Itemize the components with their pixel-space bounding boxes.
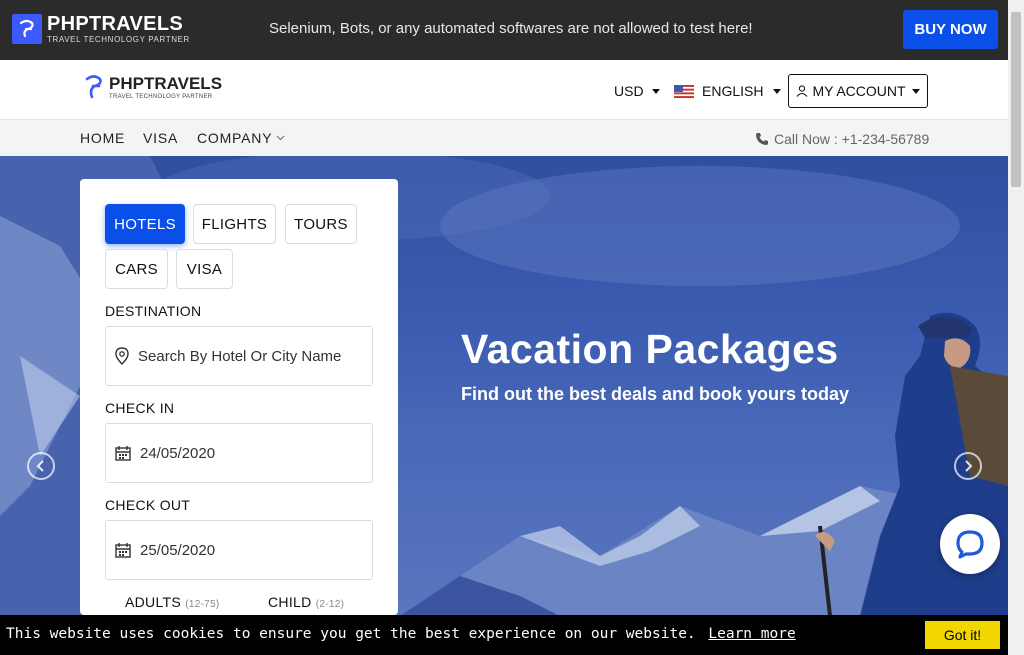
got-it-button[interactable]: Got it! <box>925 621 1000 649</box>
user-icon <box>797 85 808 97</box>
top-bar: PHPTRAVELS TRAVEL TECHNOLOGY PARTNER Sel… <box>0 0 1008 60</box>
automation-notice: Selenium, Bots, or any automated softwar… <box>269 20 753 37</box>
checkin-input[interactable]: 24/05/2020 <box>105 423 373 483</box>
location-pin-icon <box>115 347 129 365</box>
topbar-logo-name: PHPTRAVELS <box>47 13 183 35</box>
adults-label-text: ADULTS <box>125 594 181 610</box>
buy-now-button[interactable]: BUY NOW <box>903 10 998 49</box>
main-nav: HOME VISA COMPANY Call Now : +1-234-5678… <box>0 120 1008 156</box>
caret-down-icon <box>773 88 782 94</box>
destination-placeholder: Search By Hotel Or City Name <box>138 347 342 365</box>
language-dropdown[interactable]: ENGLISH <box>674 83 782 99</box>
page-scrollbar[interactable] <box>1008 0 1024 655</box>
logo-mark-icon <box>12 14 42 44</box>
logo-mark-icon <box>85 75 102 99</box>
destination-label: DESTINATION <box>105 303 202 319</box>
nav-company[interactable]: COMPANY <box>197 130 285 146</box>
chat-bubble-icon <box>956 530 984 559</box>
topbar-logo-tagline: TRAVEL TECHNOLOGY PARTNER <box>47 35 190 44</box>
learn-more-link[interactable]: Learn more <box>708 626 795 642</box>
checkin-value: 24/05/2020 <box>140 444 216 462</box>
child-range: (2-12) <box>315 599 345 610</box>
tab-tours[interactable]: TOURS <box>285 204 357 244</box>
phone-icon <box>756 133 768 145</box>
hero-title: Vacation Packages <box>461 326 839 372</box>
currency-label: USD <box>614 83 644 99</box>
my-account-label: MY ACCOUNT <box>812 83 906 99</box>
nav-home[interactable]: HOME <box>80 130 125 146</box>
topbar-logo[interactable]: PHPTRAVELS TRAVEL TECHNOLOGY PARTNER <box>12 14 190 44</box>
hero-subtitle: Find out the best deals and book yours t… <box>461 384 850 404</box>
destination-input[interactable]: Search By Hotel Or City Name <box>105 326 373 386</box>
nav-company-label: COMPANY <box>197 130 273 146</box>
call-now[interactable]: Call Now : +1-234-56789 <box>755 131 929 147</box>
checkout-label: CHECK OUT <box>105 497 191 513</box>
adults-range: (12-75) <box>185 599 220 610</box>
caret-down-icon <box>911 88 920 94</box>
chevron-right-icon <box>965 460 973 472</box>
search-panel: HOTELS FLIGHTS TOURS CARS VISA DESTINATI… <box>80 179 398 615</box>
language-label: ENGLISH <box>702 83 764 99</box>
calendar-icon <box>115 543 131 558</box>
header-logo-name: PHPTRAVELS <box>109 73 223 93</box>
header-logo[interactable]: PHPTRAVELS TRAVEL TECHNOLOGY PARTNER <box>82 73 222 101</box>
nav-visa[interactable]: VISA <box>143 130 178 146</box>
adults-label: ADULTS (12-75) <box>125 594 220 610</box>
currency-dropdown[interactable]: USD <box>614 83 660 99</box>
call-now-text: Call Now : +1-234-56789 <box>774 131 930 147</box>
header-logo-tagline: TRAVEL TECHNOLOGY PARTNER <box>109 93 213 100</box>
slider-next-button[interactable] <box>954 452 982 480</box>
chevron-down-icon <box>276 135 285 141</box>
child-label-text: CHILD <box>268 594 312 610</box>
main-header: PHPTRAVELS TRAVEL TECHNOLOGY PARTNER USD… <box>0 60 1008 120</box>
cookie-message: This website uses cookies to ensure you … <box>6 626 796 642</box>
calendar-icon <box>115 446 131 461</box>
cookie-banner: This website uses cookies to ensure you … <box>0 615 1008 655</box>
checkout-value: 25/05/2020 <box>140 541 216 559</box>
slider-prev-button[interactable] <box>27 452 55 480</box>
caret-down-icon <box>651 88 660 94</box>
my-account-button[interactable]: MY ACCOUNT <box>788 74 928 108</box>
tab-hotels[interactable]: HOTELS <box>105 204 185 244</box>
checkin-label: CHECK IN <box>105 400 175 416</box>
chevron-left-icon <box>36 460 44 472</box>
scrollbar-thumb[interactable] <box>1011 12 1021 187</box>
chat-widget-button[interactable] <box>940 514 1000 574</box>
tab-flights[interactable]: FLIGHTS <box>193 204 276 244</box>
checkout-input[interactable]: 25/05/2020 <box>105 520 373 580</box>
tab-cars[interactable]: CARS <box>105 249 168 289</box>
child-label: CHILD (2-12) <box>268 594 344 610</box>
cookie-message-text: This website uses cookies to ensure you … <box>6 626 696 642</box>
tab-visa[interactable]: VISA <box>176 249 233 289</box>
us-flag-icon <box>674 84 694 98</box>
